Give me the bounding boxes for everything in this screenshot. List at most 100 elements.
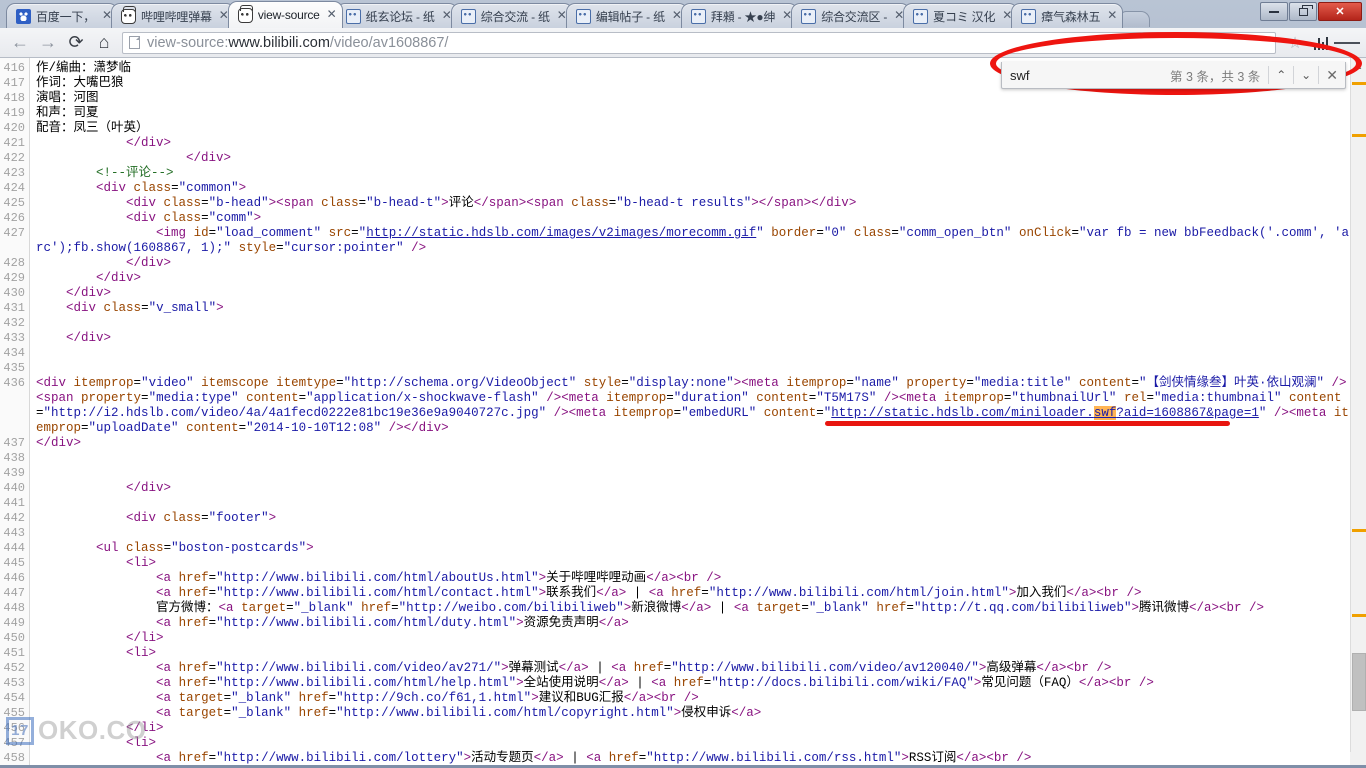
tab-close-icon[interactable]: ✕ xyxy=(326,9,338,21)
line-code: </li> xyxy=(30,631,1350,646)
line-number: 423 xyxy=(0,166,30,181)
reload-icon: ⟳ xyxy=(68,32,83,53)
line-code: </div> xyxy=(30,136,1350,151)
line-number: 422 xyxy=(0,151,30,166)
source-line: 433 </div> xyxy=(0,331,1350,346)
line-code: <div class="common"> xyxy=(30,181,1350,196)
find-input-wrapper[interactable] xyxy=(1002,62,1170,88)
source-line: 424 <div class="common"> xyxy=(0,181,1350,196)
back-button[interactable]: ← xyxy=(6,30,34,56)
line-number: 450 xyxy=(0,631,30,646)
back-arrow-icon: ← xyxy=(11,32,29,53)
forum-icon xyxy=(691,9,706,24)
browser-tab-9[interactable]: 瘴气森林五 ✕ xyxy=(1011,3,1123,28)
tab-title: 综合交流区 - xyxy=(821,8,887,25)
line-code: 官方微博：<a target="_blank" href="http://wei… xyxy=(30,601,1350,616)
source-line: 434 xyxy=(0,346,1350,361)
browser-tab-5[interactable]: 编辑帖子 - 纸✕ xyxy=(566,3,688,28)
scrollbar-thumb[interactable] xyxy=(1352,653,1366,711)
line-code: <a href="http://www.bilibili.com/lottery… xyxy=(30,751,1350,766)
line-code: </div> xyxy=(30,256,1350,271)
minimize-icon xyxy=(1269,11,1279,13)
minimize-button[interactable] xyxy=(1260,2,1288,21)
line-number: 425 xyxy=(0,196,30,211)
tab-title: 哔哩哔哩弹幕 xyxy=(141,8,212,25)
maximize-button[interactable] xyxy=(1289,2,1317,21)
source-line: 427 <img id="load_comment" src="http://s… xyxy=(0,226,1350,256)
source-line: 442 <div class="footer"> xyxy=(0,511,1350,526)
line-number: 441 xyxy=(0,496,30,511)
new-tab-button[interactable] xyxy=(1120,11,1150,27)
forum-icon xyxy=(346,9,361,24)
source-line: 425 <div class="b-head"><span class="b-h… xyxy=(0,196,1350,211)
line-number: 447 xyxy=(0,586,30,601)
browser-window: 百度一下，✕哔哩哔哩弹幕✕view-source✕纸玄论坛 - 纸✕综合交流 -… xyxy=(0,0,1366,768)
browser-tab-4[interactable]: 综合交流 - 纸✕ xyxy=(451,3,573,28)
line-number: 431 xyxy=(0,301,30,316)
find-previous-button[interactable]: ⌃ xyxy=(1269,62,1293,88)
line-code: <div class="comm"> xyxy=(30,211,1350,226)
source-line: 430 </div> xyxy=(0,286,1350,301)
bookmark-star-icon[interactable]: ☆ xyxy=(1282,31,1308,55)
line-code: <li> xyxy=(30,646,1350,661)
scrollbar-match-tick-2 xyxy=(1352,529,1366,532)
find-close-button[interactable]: ✕ xyxy=(1319,62,1345,88)
baidu-icon xyxy=(16,9,31,24)
address-bar[interactable]: view-source:www.bilibili.com/video/av160… xyxy=(122,32,1276,54)
browser-tab-8[interactable]: 夏コミ 汉化✕ xyxy=(903,3,1018,28)
source-line: 444 <ul class="boston-postcards"> xyxy=(0,541,1350,556)
forum-icon xyxy=(801,9,816,24)
tab-title: 拜顂 - ★●绅 xyxy=(711,8,775,25)
source-line: 437</div> xyxy=(0,436,1350,451)
menu-hamburger-icon[interactable] xyxy=(1334,31,1360,55)
source-line: 435 xyxy=(0,361,1350,376)
source-line: 429 </div> xyxy=(0,271,1350,286)
source-line: 439 xyxy=(0,466,1350,481)
forward-button[interactable]: → xyxy=(34,30,62,56)
line-number: 440 xyxy=(0,481,30,496)
line-code: <a href="http://www.bilibili.com/video/a… xyxy=(30,661,1350,676)
source-line: 419和声：司夏 xyxy=(0,106,1350,121)
browser-tab-0[interactable]: 百度一下，✕ xyxy=(6,3,118,28)
source-line: 431 <div class="v_small"> xyxy=(0,301,1350,316)
close-button[interactable]: ✕ xyxy=(1318,2,1362,21)
hamburger-line-1 xyxy=(1334,42,1343,44)
source-line: 456 </li> xyxy=(0,721,1350,736)
line-code: </div> xyxy=(30,286,1350,301)
browser-tab-3[interactable]: 纸玄论坛 - 纸✕ xyxy=(336,3,458,28)
line-code: <div class="v_small"> xyxy=(30,301,1350,316)
find-input[interactable] xyxy=(1010,62,1170,88)
browser-tab-6[interactable]: 拜顂 - ★●绅✕ xyxy=(681,3,798,28)
forward-arrow-icon: → xyxy=(39,32,57,53)
tab-title: 纸玄论坛 - 纸 xyxy=(366,8,435,25)
tab-title: view-source xyxy=(258,8,320,22)
browser-tab-1[interactable]: 哔哩哔哩弹幕✕ xyxy=(111,3,235,28)
line-number: 451 xyxy=(0,646,30,661)
tab-title: 夏コミ 汉化 xyxy=(933,8,995,25)
browser-tab-2[interactable]: view-source ✕ xyxy=(228,1,343,28)
browser-tab-7[interactable]: 综合交流区 -✕ xyxy=(791,3,910,28)
find-next-button[interactable]: ⌄ xyxy=(1294,62,1318,88)
hamburger-line-2 xyxy=(1343,42,1352,44)
line-number: 427 xyxy=(0,226,30,241)
vertical-scrollbar[interactable]: ▲ ▼ xyxy=(1350,58,1366,768)
tab-title: 瘴气森林五 xyxy=(1041,8,1100,25)
home-button[interactable]: ⌂ xyxy=(90,30,118,56)
bilibili-icon xyxy=(121,9,136,24)
line-code: <li> xyxy=(30,556,1350,571)
line-code: <a href="http://www.bilibili.com/html/du… xyxy=(30,616,1350,631)
view-source-content: 416作/编曲：潇梦临417作词：大嘴巴狼418演唱：河图419和声：司夏420… xyxy=(0,58,1350,768)
page-document-icon xyxy=(129,36,140,49)
source-line: 428 </div> xyxy=(0,256,1350,271)
tab-close-icon[interactable]: ✕ xyxy=(1106,10,1118,22)
scrollbar-match-tick-0 xyxy=(1352,82,1366,85)
forum-icon xyxy=(913,9,928,24)
tab-title: 编辑帖子 - 纸 xyxy=(596,8,665,25)
extension-bars-icon[interactable] xyxy=(1308,31,1334,55)
tab-title: 百度一下， xyxy=(36,8,95,25)
line-number: 428 xyxy=(0,256,30,271)
url-text: view-source:www.bilibili.com/video/av160… xyxy=(147,35,448,51)
scroll-up-arrow[interactable]: ▲ xyxy=(1351,58,1366,74)
line-number: 426 xyxy=(0,211,30,226)
reload-button[interactable]: ⟳ xyxy=(62,30,90,56)
